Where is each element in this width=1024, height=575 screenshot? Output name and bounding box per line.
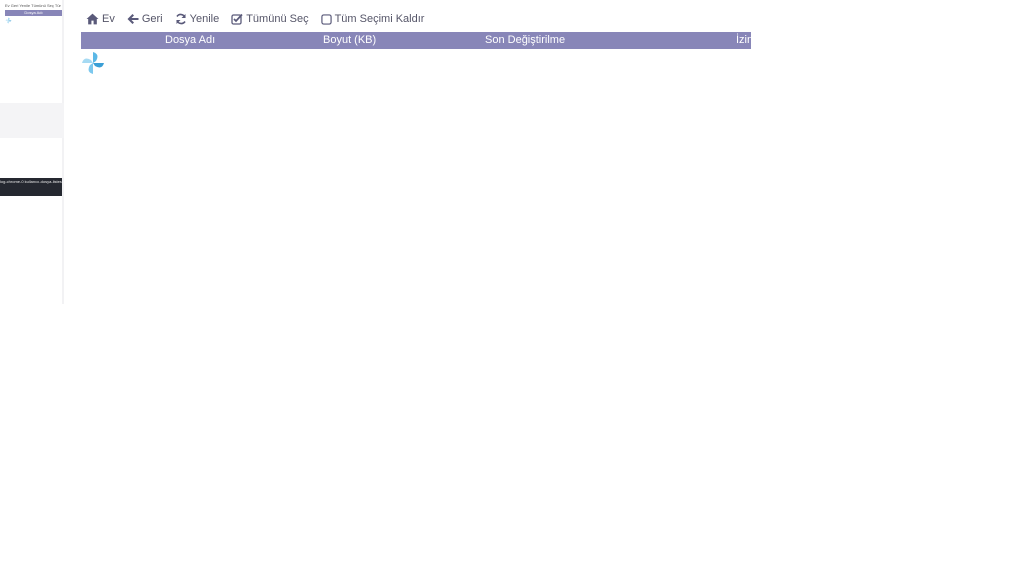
home-icon <box>86 13 99 25</box>
checkbox-empty-icon <box>320 13 332 25</box>
checkbox-checked-icon <box>231 13 243 25</box>
column-header-permissions[interactable]: İzin <box>736 32 751 49</box>
thumbnail-panel: Ev Geri Yenile Tümünü Seç Tüm Seçimi Kal… <box>0 0 64 304</box>
pinwheel-spinner-icon <box>82 52 104 74</box>
back-label: Geri <box>141 13 163 25</box>
column-header-size[interactable]: Boyut (KB) <box>323 32 376 49</box>
refresh-icon <box>175 13 186 25</box>
file-toolbar: Ev Geri Yenile Tümünü Seç Tüm Seçimi Kal… <box>86 10 436 28</box>
column-header-filename[interactable]: Dosya Adı <box>165 32 215 49</box>
file-table-header: Dosya Adı Boyut (KB) Son Değiştirilme İz… <box>81 32 751 49</box>
back-button[interactable]: Geri <box>127 13 163 25</box>
thumbnail-terminal-strip: log-chrome-0 kullanıcı-dosya-listesi <box>0 178 62 196</box>
deselect-all-button[interactable]: Tüm Seçimi Kaldır <box>320 13 425 25</box>
home-button[interactable]: Ev <box>86 13 115 25</box>
thumbnail-header: Dosya Adı <box>5 10 62 16</box>
select-all-button[interactable]: Tümünü Seç <box>231 13 309 25</box>
column-header-modified[interactable]: Son Değiştirilme <box>485 32 565 49</box>
refresh-label: Yenile <box>189 13 220 25</box>
arrow-left-icon <box>127 14 139 24</box>
file-manager-page: Ev Geri Yenile Tümünü Seç Tüm Seçimi Kal… <box>0 0 1024 575</box>
home-label: Ev <box>102 13 115 25</box>
deselect-all-label: Tüm Seçimi Kaldır <box>334 13 425 25</box>
refresh-button[interactable]: Yenile <box>175 13 220 25</box>
thumbnail-gray-block <box>0 103 64 138</box>
select-all-label: Tümünü Seç <box>246 13 309 25</box>
thumbnail-toolbar: Ev Geri Yenile Tümünü Seç Tüm Seçimi Kal… <box>5 3 61 8</box>
thumbnail-spinner-icon <box>5 17 12 24</box>
